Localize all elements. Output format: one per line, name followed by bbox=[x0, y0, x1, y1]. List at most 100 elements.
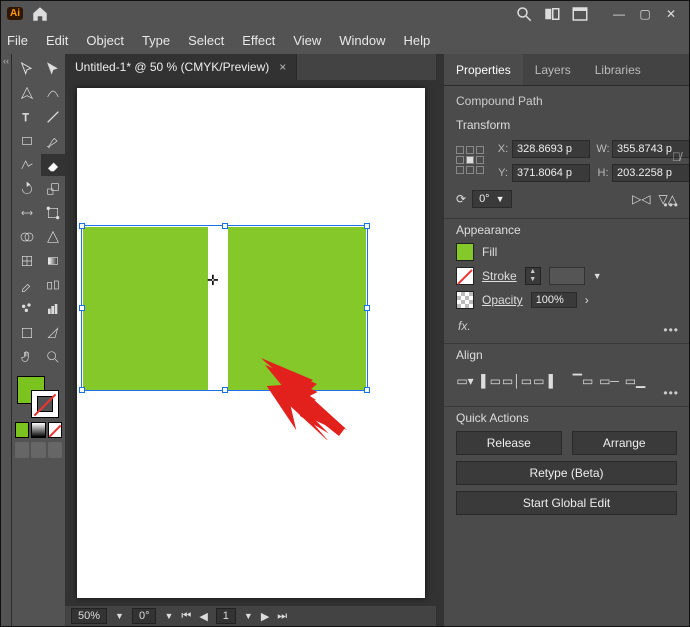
y-field[interactable] bbox=[512, 164, 590, 182]
minimize-button[interactable]: — bbox=[607, 6, 631, 22]
tab-libraries[interactable]: Libraries bbox=[583, 54, 653, 85]
more-options-icon[interactable]: ••• bbox=[663, 198, 679, 212]
retype-button[interactable]: Retype (Beta) bbox=[456, 461, 677, 485]
rotate-tool[interactable] bbox=[15, 178, 39, 200]
link-dimensions-icon[interactable]: ⛓̸ bbox=[672, 150, 681, 164]
maximize-button[interactable]: ▢ bbox=[633, 6, 657, 22]
more-options-icon[interactable]: ••• bbox=[663, 323, 679, 337]
arrange-button[interactable]: Arrange bbox=[572, 431, 678, 455]
menu-window[interactable]: Window bbox=[339, 33, 385, 48]
eraser-tool[interactable] bbox=[41, 154, 65, 176]
artboard-prev-icon[interactable]: ◀ bbox=[199, 610, 207, 623]
panel-resize-gap[interactable] bbox=[436, 54, 444, 626]
gradient-tool[interactable] bbox=[41, 250, 65, 272]
flip-horizontal-icon[interactable]: ▷◁ bbox=[632, 192, 650, 206]
menu-edit[interactable]: Edit bbox=[46, 33, 68, 48]
color-mode-solid[interactable] bbox=[15, 422, 29, 438]
opacity-field[interactable] bbox=[531, 292, 577, 308]
type-tool[interactable]: T bbox=[15, 106, 39, 128]
selection-tool[interactable] bbox=[15, 58, 39, 80]
menu-effect[interactable]: Effect bbox=[242, 33, 275, 48]
canvas[interactable]: ✛ bbox=[65, 80, 436, 606]
menu-file[interactable]: File bbox=[7, 33, 28, 48]
dropdown-icon[interactable]: ▼ bbox=[115, 611, 124, 621]
hand-tool[interactable] bbox=[15, 346, 39, 368]
align-bottom-icon[interactable]: ▭▁ bbox=[626, 372, 644, 390]
compound-path-part-left[interactable] bbox=[83, 227, 208, 390]
align-to-dropdown[interactable]: ▭▾ bbox=[456, 372, 474, 390]
rotate-view[interactable]: 0° bbox=[132, 608, 157, 624]
rotate-field[interactable]: 0°▼ bbox=[472, 190, 511, 208]
perspective-grid-tool[interactable] bbox=[41, 226, 65, 248]
arrange-documents-icon[interactable] bbox=[571, 5, 589, 23]
tab-layers[interactable]: Layers bbox=[523, 54, 583, 85]
free-transform-tool[interactable] bbox=[41, 202, 65, 224]
stroke-swatch[interactable] bbox=[456, 267, 474, 285]
drawing-mode-normal[interactable] bbox=[15, 442, 29, 458]
shaper-tool[interactable] bbox=[15, 154, 39, 176]
pen-tool[interactable] bbox=[15, 82, 39, 104]
stroke-color-swatch[interactable] bbox=[31, 390, 59, 418]
reference-point-selector[interactable] bbox=[456, 146, 486, 176]
opacity-swatch[interactable] bbox=[456, 291, 474, 309]
slice-tool[interactable] bbox=[41, 322, 65, 344]
workspace-switcher-icon[interactable] bbox=[543, 5, 561, 23]
align-right-icon[interactable]: ▭▐ bbox=[534, 372, 552, 390]
fill-swatch[interactable] bbox=[456, 243, 474, 261]
panel-collapse-strip[interactable]: ‹‹ bbox=[1, 54, 11, 626]
mesh-tool[interactable] bbox=[15, 250, 39, 272]
column-graph-tool[interactable] bbox=[41, 298, 65, 320]
fill-stroke-swatch[interactable] bbox=[15, 376, 62, 418]
blend-tool[interactable] bbox=[41, 274, 65, 296]
release-button[interactable]: Release bbox=[456, 431, 562, 455]
close-tab-icon[interactable]: × bbox=[279, 60, 286, 74]
artboard-tool[interactable] bbox=[15, 322, 39, 344]
document-tab[interactable]: Untitled-1* @ 50 % (CMYK/Preview) × bbox=[65, 54, 297, 80]
drawing-mode-inside[interactable] bbox=[48, 442, 62, 458]
zoom-tool[interactable] bbox=[41, 346, 65, 368]
rectangle-tool[interactable] bbox=[15, 130, 39, 152]
align-left-icon[interactable]: ▌▭ bbox=[482, 372, 500, 390]
line-tool[interactable] bbox=[41, 106, 65, 128]
h-field[interactable] bbox=[612, 164, 689, 182]
artboard-next-icon[interactable]: ▶ bbox=[261, 610, 269, 623]
menu-select[interactable]: Select bbox=[188, 33, 224, 48]
artboard-next-last-icon[interactable]: ⏭ bbox=[277, 610, 287, 623]
menu-type[interactable]: Type bbox=[142, 33, 170, 48]
search-icon[interactable] bbox=[515, 5, 533, 23]
stroke-weight-field[interactable] bbox=[549, 267, 585, 285]
shape-builder-tool[interactable] bbox=[15, 226, 39, 248]
global-edit-button[interactable]: Start Global Edit bbox=[456, 491, 677, 515]
zoom-level[interactable]: 50% bbox=[71, 608, 107, 624]
opacity-popup-icon[interactable]: › bbox=[585, 293, 589, 307]
menu-object[interactable]: Object bbox=[86, 33, 124, 48]
color-mode-none[interactable] bbox=[48, 422, 62, 438]
menu-help[interactable]: Help bbox=[403, 33, 430, 48]
dropdown-icon[interactable]: ▼ bbox=[244, 611, 253, 621]
artboard-number[interactable]: 1 bbox=[216, 608, 236, 624]
more-options-icon[interactable]: ••• bbox=[663, 386, 679, 400]
scale-tool[interactable] bbox=[41, 178, 65, 200]
symbol-sprayer-tool[interactable] bbox=[15, 298, 39, 320]
close-button[interactable]: ✕ bbox=[659, 6, 683, 22]
menu-view[interactable]: View bbox=[293, 33, 321, 48]
curvature-tool[interactable] bbox=[41, 82, 65, 104]
stroke-weight-stepper[interactable]: ▲▼ bbox=[525, 267, 541, 285]
align-top-icon[interactable]: ▔▭ bbox=[574, 372, 592, 390]
direct-selection-tool[interactable] bbox=[41, 58, 65, 80]
color-mode-gradient[interactable] bbox=[31, 422, 45, 438]
chevron-down-icon[interactable]: ▼ bbox=[593, 271, 602, 281]
stroke-label[interactable]: Stroke bbox=[482, 269, 517, 283]
artboard-prev-first-icon[interactable]: ⏮ bbox=[181, 610, 191, 623]
opacity-label[interactable]: Opacity bbox=[482, 293, 523, 307]
dropdown-icon[interactable]: ▼ bbox=[164, 611, 173, 621]
x-field[interactable] bbox=[512, 140, 590, 158]
tab-properties[interactable]: Properties bbox=[444, 54, 523, 85]
paintbrush-tool[interactable] bbox=[41, 130, 65, 152]
width-tool[interactable] bbox=[15, 202, 39, 224]
eyedropper-tool[interactable] bbox=[15, 274, 39, 296]
align-hcenter-icon[interactable]: ▭│▭ bbox=[508, 372, 526, 390]
home-icon[interactable] bbox=[31, 5, 49, 23]
fx-button[interactable]: fx. bbox=[456, 315, 677, 333]
drawing-mode-behind[interactable] bbox=[31, 442, 45, 458]
